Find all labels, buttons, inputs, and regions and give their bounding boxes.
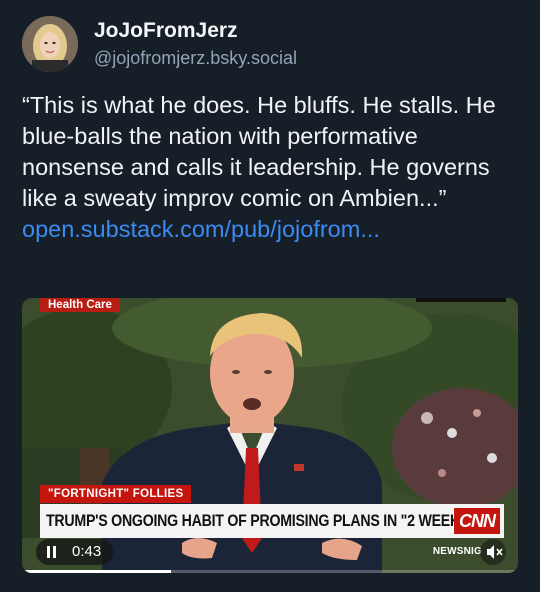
video-player[interactable]: Health Care "FORTNIGHT" FOLLIES TRUMP'S …	[22, 298, 518, 573]
watermark: NEWSNIG	[432, 546, 482, 557]
video-progress-track[interactable]	[22, 570, 518, 573]
post-body: “This is what he does. He bluffs. He sta…	[22, 90, 502, 245]
pause-icon[interactable]	[36, 539, 66, 565]
mute-icon[interactable]	[480, 539, 506, 565]
chyron-headline-bar: TRUMP'S ONGOING HABIT OF PROMISING PLANS…	[40, 504, 504, 538]
post-header: JoJoFromJerz @jojofromjerz.bsky.social	[22, 14, 522, 74]
chyron: "FORTNIGHT" FOLLIES TRUMP'S ONGOING HABI…	[40, 484, 504, 538]
author-handle[interactable]: @jojofromjerz.bsky.social	[94, 46, 297, 70]
post-card: JoJoFromJerz @jojofromjerz.bsky.social “…	[0, 0, 540, 592]
section-tag: Health Care	[40, 298, 120, 312]
avatar[interactable]	[22, 16, 78, 72]
author-names: JoJoFromJerz @jojofromjerz.bsky.social	[94, 18, 297, 70]
video-timecode: 0:43	[66, 539, 114, 565]
post-link[interactable]: open.substack.com/pub/jojofrom...	[22, 214, 502, 245]
cnn-logo: CNN	[454, 508, 500, 534]
top-overlay-bar	[416, 298, 506, 302]
post-text: “This is what he does. He bluffs. He sta…	[22, 92, 496, 211]
chyron-headline: TRUMP'S ONGOING HABIT OF PROMISING PLANS…	[46, 512, 476, 530]
chyron-kicker: "FORTNIGHT" FOLLIES	[40, 485, 192, 503]
video-progress-fill	[22, 570, 171, 573]
display-name[interactable]: JoJoFromJerz	[94, 18, 297, 44]
